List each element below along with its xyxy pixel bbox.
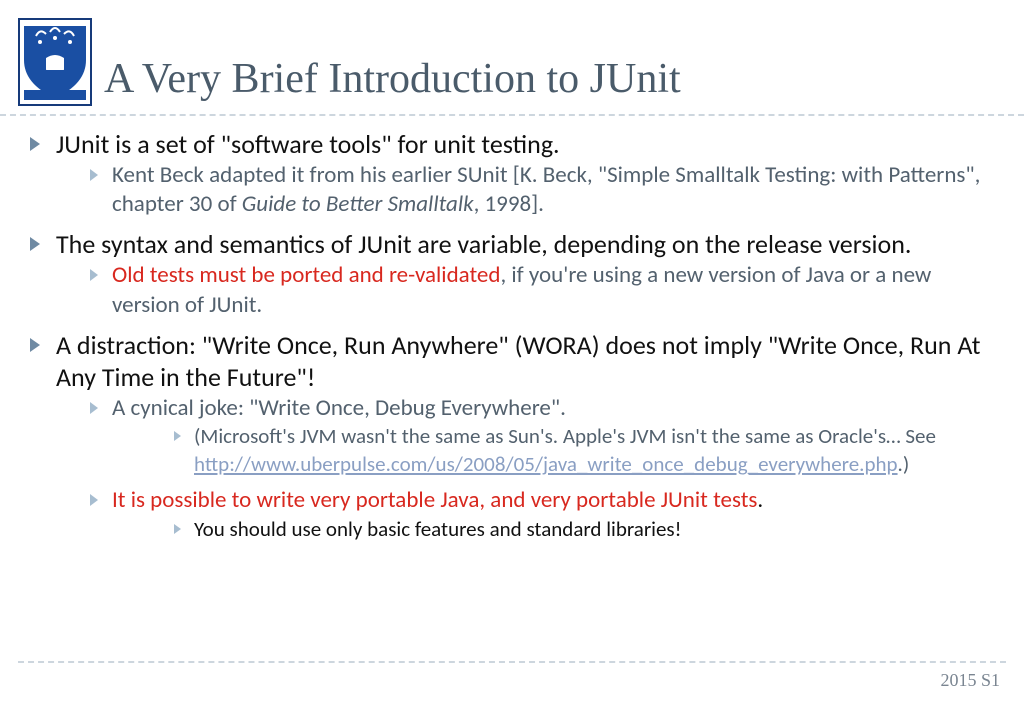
sub-bullet-item: Kent Beck adapted it from his earlier SU… bbox=[84, 161, 996, 221]
slide-title: A Very Brief Introduction to JUnit bbox=[104, 56, 681, 106]
external-link[interactable]: http://www.uberpulse.com/us/2008/05/java… bbox=[194, 451, 898, 477]
bullet-text: . bbox=[757, 486, 763, 514]
bullet-text: JUnit is a set of "software tools" for u… bbox=[56, 128, 560, 160]
bullet-text-emphasis: Old tests must be ported and re-validate… bbox=[112, 261, 500, 289]
subsub-bullet-item: (Microsoft's JVM wasn't the same as Sun'… bbox=[168, 423, 996, 478]
bullet-text: A distraction: "Write Once, Run Anywhere… bbox=[56, 329, 980, 394]
bullet-item: The syntax and semantics of JUnit are va… bbox=[28, 228, 996, 320]
slide-content: JUnit is a set of "software tools" for u… bbox=[0, 116, 1024, 543]
bullet-item: JUnit is a set of "software tools" for u… bbox=[28, 128, 996, 220]
university-logo bbox=[18, 18, 92, 106]
bullet-text: , 1998]. bbox=[474, 190, 544, 218]
bullet-text: .) bbox=[898, 451, 910, 477]
footer-divider bbox=[18, 661, 1006, 663]
bullet-text: The syntax and semantics of JUnit are va… bbox=[56, 228, 911, 260]
sub-bullet-item: It is possible to write very portable Ja… bbox=[84, 486, 996, 543]
subsub-bullet-item: You should use only basic features and s… bbox=[168, 516, 996, 543]
bullet-item: A distraction: "Write Once, Run Anywhere… bbox=[28, 329, 996, 544]
bullet-text: (Microsoft's JVM wasn't the same as Sun'… bbox=[194, 423, 936, 449]
sub-bullet-item: Old tests must be ported and re-validate… bbox=[84, 261, 996, 321]
bullet-text: A cynical joke: "Write Once, Debug Every… bbox=[112, 394, 566, 422]
sub-bullet-item: A cynical joke: "Write Once, Debug Every… bbox=[84, 394, 996, 478]
bullet-text-italic: Guide to Better Smalltalk bbox=[242, 190, 474, 218]
footer-label: 2015 S1 bbox=[940, 670, 1000, 691]
slide-header: A Very Brief Introduction to JUnit bbox=[0, 0, 1024, 116]
bullet-text-emphasis: It is possible to write very portable Ja… bbox=[112, 486, 757, 514]
bullet-text: You should use only basic features and s… bbox=[194, 516, 681, 542]
